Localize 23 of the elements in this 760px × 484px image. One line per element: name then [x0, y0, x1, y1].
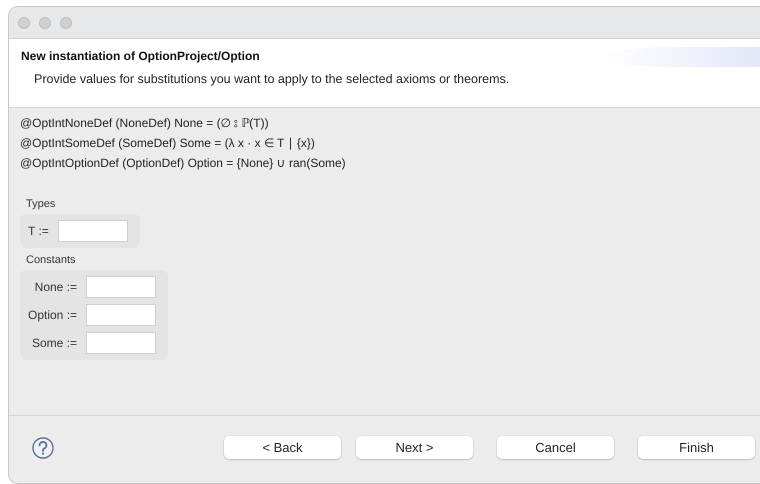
dialog-button[interactable]: Next >	[356, 436, 473, 459]
field-label: Option :=	[28, 308, 78, 322]
group-label: Constants	[26, 254, 77, 266]
group-label: Types	[26, 198, 56, 210]
help-icon[interactable]	[32, 436, 54, 458]
dialog-button[interactable]: < Back	[224, 436, 341, 459]
dialog-button[interactable]: Finish	[638, 436, 755, 459]
window-control-button[interactable]	[39, 16, 51, 28]
definition-line: @OptIntNoneDef (NoneDef) None = (∅ ⦂ ℙ(T))	[20, 115, 270, 132]
dialog-title: New instantiation of OptionProject/Option	[21, 49, 260, 63]
field-label: Some :=	[31, 336, 78, 350]
definition-line: @OptIntOptionDef (OptionDef) Option = {None} ∪ ran(Some)	[20, 155, 347, 172]
field-label: T :=	[28, 224, 49, 238]
input-field[interactable]	[86, 276, 156, 298]
input-field[interactable]	[86, 304, 156, 326]
input-field[interactable]	[86, 332, 156, 354]
dialog-button[interactable]: Cancel	[497, 436, 614, 459]
window-control-button[interactable]	[18, 16, 30, 28]
window-control-button[interactable]	[60, 16, 72, 28]
definition-line: @OptIntSomeDef (SomeDef) Some = (λ x · x ∈ T ∣ {x})	[20, 135, 316, 152]
input-field[interactable]	[58, 220, 128, 242]
field-label: None :=	[34, 280, 78, 294]
dialog-description: Provide values for substitutions you want to apply to the selected axioms or theorems.	[34, 71, 510, 87]
